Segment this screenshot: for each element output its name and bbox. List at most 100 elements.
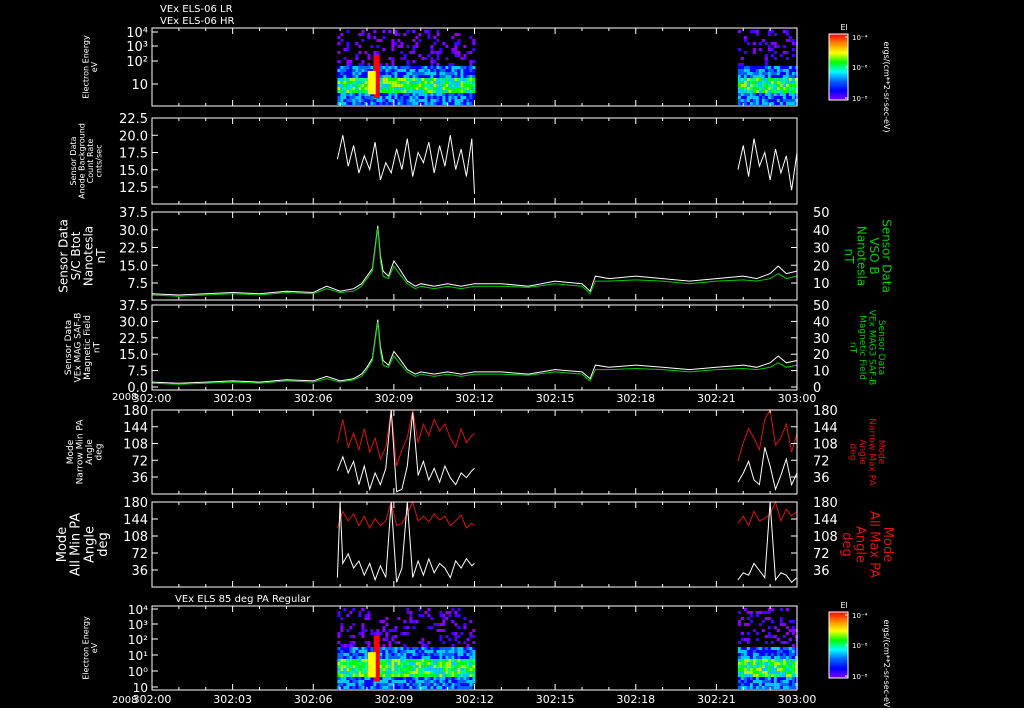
heatmap-cell	[457, 635, 461, 638]
heatmap-cell	[752, 93, 756, 96]
heatmap-cell	[767, 653, 771, 656]
heatmap-cell	[400, 650, 404, 653]
heatmap-cell	[761, 674, 765, 677]
heatmap-cell	[752, 84, 756, 87]
heatmap-cell	[349, 66, 353, 69]
heatmap-cell	[439, 66, 443, 69]
heatmap-cell	[445, 665, 449, 668]
heatmap-cell	[382, 102, 386, 105]
heatmap-cell	[394, 653, 398, 656]
y-tick-label-right: 36	[813, 564, 830, 579]
heatmap-cell	[755, 84, 759, 87]
heatmap-cell	[412, 662, 416, 665]
y-tick-label: 15.0	[119, 259, 148, 274]
heatmap-cell	[445, 84, 449, 87]
heatmap-cell	[788, 90, 792, 93]
heatmap-cell	[400, 632, 404, 635]
heatmap-cell	[761, 69, 765, 72]
heatmap-cell	[472, 48, 476, 51]
heatmap-cell	[746, 72, 750, 75]
heatmap-cell	[358, 84, 362, 87]
heatmap-cell	[737, 69, 741, 72]
heatmap-cell	[746, 42, 750, 45]
heatmap-cell	[466, 72, 470, 75]
time-axis-label: 302:06	[294, 392, 333, 405]
y-tick-label-right: 180	[813, 496, 838, 511]
heatmap-cell	[436, 623, 440, 626]
heatmap-cell	[430, 680, 434, 683]
heatmap-cell	[439, 656, 443, 659]
heatmap-cell	[782, 677, 786, 680]
heatmap-cell	[442, 81, 446, 84]
heatmap-cell	[433, 650, 437, 653]
time-axis-label: 302:12	[455, 693, 494, 706]
heatmap-cell	[421, 644, 425, 647]
heatmap-cell	[421, 96, 425, 99]
heatmap-cell	[349, 93, 353, 96]
heatmap-cell	[761, 90, 765, 93]
heatmap-cell	[406, 665, 410, 668]
heatmap-cell	[466, 662, 470, 665]
heatmap-cell	[409, 680, 413, 683]
heatmap-cell	[439, 96, 443, 99]
heatmap-cell	[400, 102, 404, 105]
heatmap-cell	[460, 668, 464, 671]
heatmap-cell	[782, 623, 786, 626]
heatmap-cell	[406, 69, 410, 72]
heatmap-cell	[427, 33, 431, 36]
heatmap-cell	[355, 42, 359, 45]
heatmap-cell	[364, 78, 368, 81]
heatmap-cell	[421, 90, 425, 93]
heatmap-cell	[469, 677, 473, 680]
heatmap-cell	[442, 629, 446, 632]
heatmap-cell	[743, 102, 747, 105]
heatmap-cell	[358, 96, 362, 99]
heatmap-cell	[743, 90, 747, 93]
heatmap-cell	[782, 72, 786, 75]
heatmap-cell	[346, 60, 350, 63]
heatmap-cell	[788, 69, 792, 72]
heatmap-cell	[361, 75, 365, 78]
heatmap-cell	[427, 69, 431, 72]
heatmap-cell	[361, 87, 365, 90]
heatmap-cell	[782, 96, 786, 99]
heatmap-cell	[430, 665, 434, 668]
heatmap-cell	[400, 75, 404, 78]
heatmap-cell	[761, 39, 765, 42]
heatmap-cell	[361, 90, 365, 93]
heatmap-cell	[349, 671, 353, 674]
heatmap-cell	[785, 677, 789, 680]
heatmap-cell	[463, 66, 467, 69]
heatmap-cell	[391, 93, 395, 96]
heatmap-cell	[403, 671, 407, 674]
heatmap-cell	[743, 683, 747, 686]
heatmap-cell	[460, 677, 464, 680]
heatmap-cell	[785, 57, 789, 60]
heatmap-cell	[415, 93, 419, 96]
heatmap-cell	[743, 75, 747, 78]
heatmap-cell	[749, 81, 753, 84]
heatmap-cell	[346, 680, 350, 683]
heatmap-cell	[382, 671, 386, 674]
heatmap-cell	[749, 96, 753, 99]
heatmap-cell	[469, 662, 473, 665]
heatmap-cell	[782, 641, 786, 644]
heatmap-cell	[418, 99, 422, 102]
heatmap-cell	[758, 653, 762, 656]
heatmap-cell	[349, 641, 353, 644]
heatmap-cell	[352, 662, 356, 665]
heatmap-cell	[379, 662, 383, 665]
heatmap-cell	[385, 671, 389, 674]
heatmap-cell	[773, 45, 777, 48]
heatmap-cell	[436, 683, 440, 686]
heatmap-cell	[439, 75, 443, 78]
heatmap-cell	[788, 78, 792, 81]
heatmap-cell	[391, 90, 395, 93]
heatmap-cell	[352, 674, 356, 677]
heatmap-cell	[445, 662, 449, 665]
heatmap-cell	[418, 659, 422, 662]
heatmap-cell	[433, 42, 437, 45]
heatmap-cell	[400, 51, 404, 54]
heatmap-cell	[364, 683, 368, 686]
heatmap-cell	[457, 614, 461, 617]
